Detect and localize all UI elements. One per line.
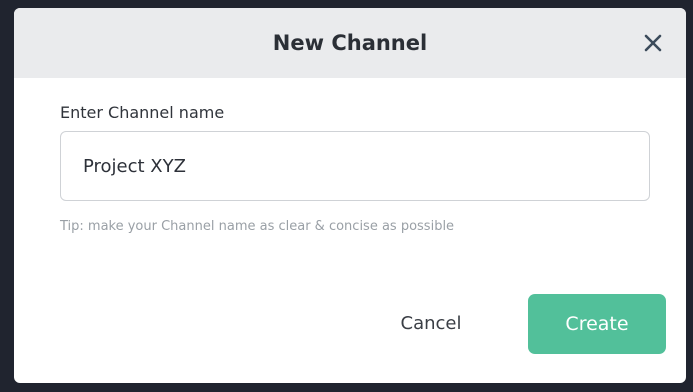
- dialog-header: New Channel: [14, 8, 686, 78]
- create-button[interactable]: Create: [528, 294, 666, 354]
- backdrop: New Channel Enter Channel name Tip: make…: [0, 0, 693, 392]
- channel-name-label: Enter Channel name: [60, 103, 225, 122]
- close-icon[interactable]: [640, 30, 666, 56]
- close-icon-glyph: [644, 34, 662, 52]
- new-channel-dialog: New Channel Enter Channel name Tip: make…: [14, 8, 686, 383]
- dialog-title: New Channel: [272, 31, 428, 55]
- channel-name-tip: Tip: make your Channel name as clear & c…: [60, 219, 455, 234]
- channel-name-input[interactable]: [60, 131, 650, 201]
- cancel-button[interactable]: Cancel: [376, 294, 486, 352]
